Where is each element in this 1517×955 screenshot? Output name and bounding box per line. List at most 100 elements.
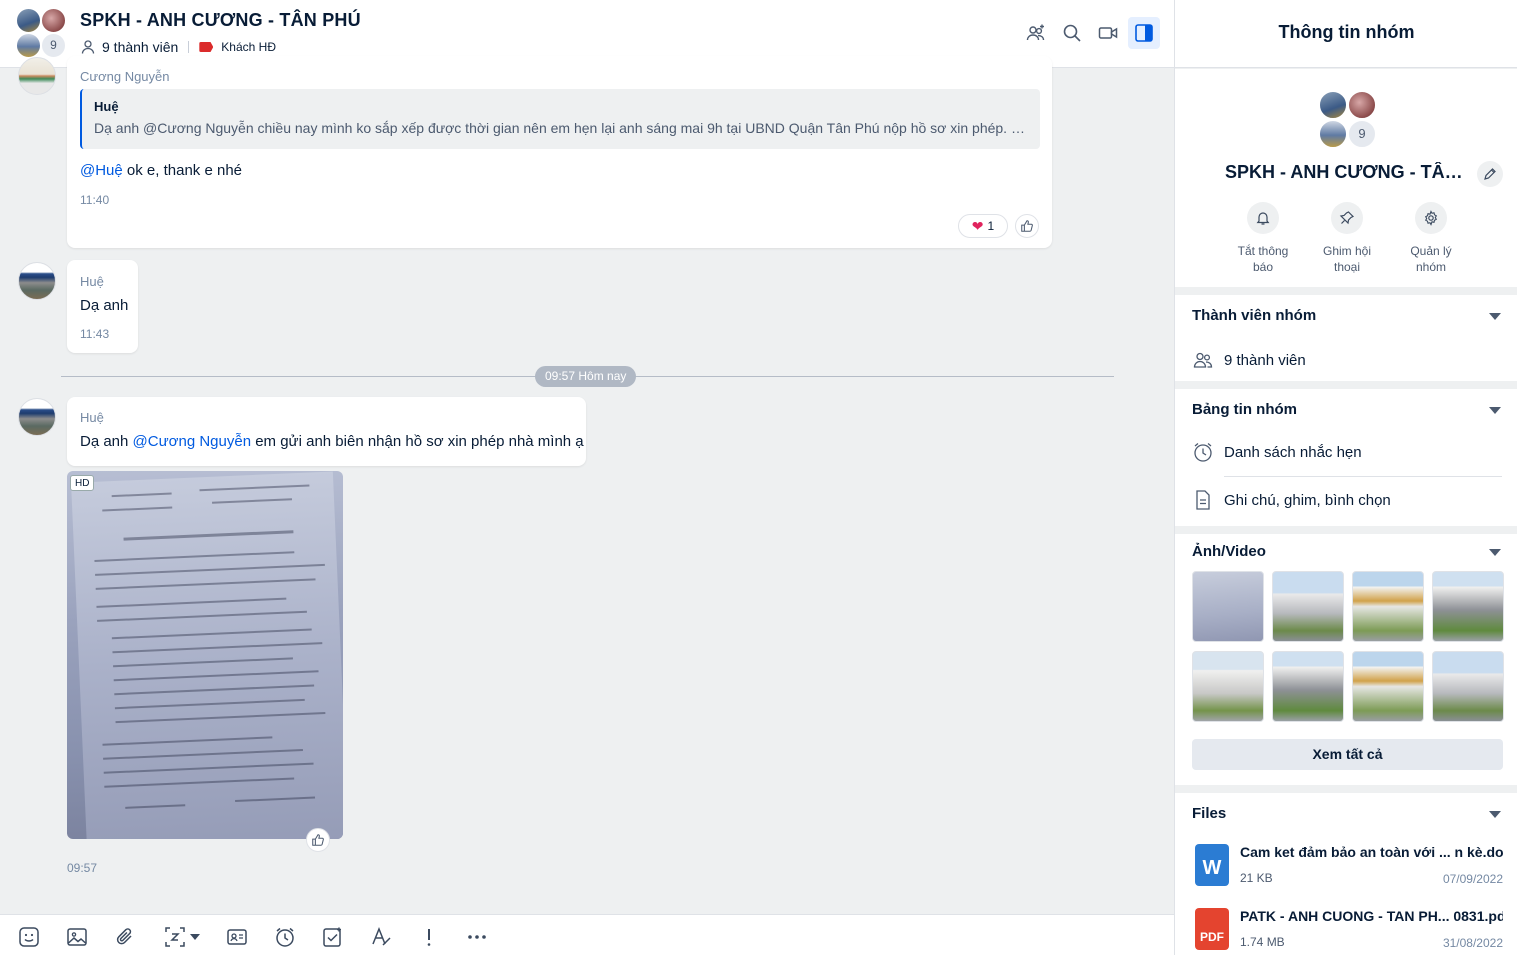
sticker-button[interactable] — [17, 925, 41, 949]
message-bubble[interactable]: Cương Nguyễn Huệ Dạ anh @Cương Nguyễn ch… — [67, 56, 1052, 248]
file-size: 21 KB — [1240, 871, 1273, 885]
member-count-link[interactable]: 9 thành viên — [102, 39, 178, 55]
conversation-tag[interactable]: Khách HĐ — [221, 40, 276, 54]
tag-icon — [199, 42, 214, 52]
message-bubble[interactable]: Huệ Dạ anh 11:43 — [67, 260, 138, 353]
thumbs-up-icon — [312, 834, 324, 846]
message-text: Dạ anh — [80, 297, 129, 314]
members-link[interactable]: 9 thành viên — [1192, 349, 1306, 371]
message-sender: Cương Nguyễn — [80, 69, 170, 84]
sender-avatar[interactable] — [18, 57, 56, 95]
search-button[interactable] — [1056, 17, 1088, 49]
attach-file-button[interactable] — [113, 925, 137, 949]
media-thumbnail[interactable] — [1272, 651, 1344, 722]
notes-link[interactable]: Ghi chú, ghim, bình chọn — [1192, 489, 1391, 511]
media-section-title[interactable]: Ảnh/Video — [1192, 543, 1266, 560]
quoted-message[interactable]: Huệ Dạ anh @Cương Nguyễn chiều nay mình … — [80, 89, 1040, 149]
media-thumbnail[interactable] — [1352, 651, 1424, 722]
edit-group-name-button[interactable] — [1477, 161, 1503, 187]
divider — [1224, 476, 1502, 477]
media-thumbnail[interactable] — [1192, 571, 1264, 642]
pin-conversation-label: Ghim hội thoại — [1322, 244, 1372, 274]
add-member-icon — [1026, 24, 1045, 41]
image-button[interactable] — [65, 925, 89, 949]
video-call-icon — [1098, 27, 1118, 39]
file-date: 07/09/2022 — [1442, 872, 1503, 886]
react-button[interactable] — [1015, 214, 1039, 238]
toggle-info-panel-button[interactable] — [1128, 17, 1160, 49]
mark-important-button[interactable] — [417, 925, 441, 949]
chevron-down-icon[interactable] — [1489, 313, 1501, 320]
thumbs-up-icon — [1021, 220, 1033, 232]
pin-conversation-action[interactable]: Ghim hội thoại — [1312, 202, 1382, 275]
reaction-summary[interactable]: ❤ 1 — [958, 214, 1008, 238]
photo-attachment[interactable]: HD — [67, 471, 343, 839]
media-section: Ảnh/Video Xem tất cả — [1175, 534, 1517, 785]
message-sender: Huệ — [80, 410, 104, 425]
chevron-down-icon[interactable] — [1489, 549, 1501, 556]
settings-button[interactable] — [1415, 202, 1447, 234]
notes-label: Ghi chú, ghim, bình chọn — [1224, 491, 1391, 509]
panel-header: Thông tin nhóm — [1175, 0, 1517, 68]
members-count: 9 thành viên — [1224, 351, 1306, 369]
pdf-file-icon: PDF — [1195, 908, 1229, 950]
member-count-badge: 9 — [41, 33, 66, 58]
manage-group-action[interactable]: Quản lý nhóm — [1396, 202, 1466, 275]
message-time: 09:57 — [67, 861, 98, 875]
composer-toolbar — [0, 914, 1174, 955]
more-options-button[interactable] — [465, 925, 489, 949]
reminders-link[interactable]: Danh sách nhắc hẹn — [1192, 441, 1362, 463]
members-section-title[interactable]: Thành viên nhóm — [1192, 307, 1316, 324]
mention-link[interactable]: @Cương Nguyễn — [133, 433, 252, 450]
conversation-subtitle: 9 thành viên Khách HĐ — [80, 39, 276, 55]
media-thumbnail[interactable] — [1352, 571, 1424, 642]
media-thumbnail[interactable] — [1272, 571, 1344, 642]
files-section-title[interactable]: Files — [1192, 805, 1226, 822]
text-format-button[interactable] — [369, 925, 393, 949]
pencil-icon — [1484, 168, 1496, 180]
contact-card-button[interactable] — [225, 925, 249, 949]
message-body: Dạ anh — [80, 433, 133, 450]
sender-avatar[interactable] — [18, 398, 56, 436]
media-thumbnail[interactable] — [1432, 571, 1504, 642]
reaction-count: 1 — [987, 219, 995, 233]
word-file-icon: W — [1195, 844, 1229, 886]
date-divider: 09:57 Hôm nay — [535, 366, 637, 387]
add-member-button[interactable] — [1020, 17, 1052, 49]
file-name: Cam ket đảm bảo an toàn với ... n kè.doc — [1240, 844, 1503, 860]
media-thumbnail[interactable] — [1432, 651, 1504, 722]
mention-link[interactable]: @Huệ — [80, 162, 123, 179]
group-avatar[interactable]: 9 — [1319, 91, 1377, 149]
chevron-down-icon[interactable] — [1489, 811, 1501, 818]
file-item[interactable]: W Cam ket đảm bảo an toàn với ... n kè.d… — [1192, 844, 1503, 896]
reminder-button[interactable] — [273, 925, 297, 949]
more-icon — [468, 935, 486, 939]
group-info-panel: Thông tin nhóm 9 SPKH - ANH CƯƠNG - TÂN … — [1174, 0, 1517, 955]
video-call-button[interactable] — [1092, 17, 1124, 49]
manage-group-label: Quản lý nhóm — [1410, 244, 1452, 274]
mute-notifications-action[interactable]: Tắt thông báo — [1228, 202, 1298, 275]
mute-notifications-label: Tắt thông báo — [1237, 244, 1289, 274]
exclamation-icon — [427, 929, 431, 946]
file-item[interactable]: PDF PATK - ANH CUONG - TAN PH... 0831.pd… — [1192, 908, 1503, 955]
react-button[interactable] — [306, 828, 330, 852]
bell-button[interactable] — [1247, 202, 1279, 234]
note-icon — [1196, 490, 1210, 510]
screenshot-icon — [165, 927, 185, 947]
chevron-down-icon[interactable] — [190, 934, 200, 940]
screenshot-button[interactable] — [161, 925, 203, 949]
message-text: Dạ anh @Cương Nguyễn em gửi anh biên nhậ… — [80, 433, 584, 450]
board-section-title[interactable]: Bảng tin nhóm — [1192, 401, 1297, 418]
group-avatar[interactable]: 9 — [16, 8, 68, 60]
sender-avatar[interactable] — [18, 262, 56, 300]
member-avatar — [1319, 120, 1347, 148]
conversation-title[interactable]: SPKH - ANH CƯƠNG - TÂN PHÚ — [80, 10, 361, 31]
quote-text: Dạ anh @Cương Nguyễn chiều nay mình ko s… — [94, 120, 1029, 136]
see-all-media-button[interactable]: Xem tất cả — [1192, 739, 1503, 770]
chevron-down-icon[interactable] — [1489, 407, 1501, 414]
file-name: PATK - ANH CUONG - TAN PH... 0831.pdf — [1240, 908, 1503, 924]
media-thumbnail[interactable] — [1192, 651, 1264, 722]
pin-button[interactable] — [1331, 202, 1363, 234]
message-bubble[interactable]: Huệ Dạ anh @Cương Nguyễn em gửi anh biên… — [67, 397, 586, 466]
assign-task-button[interactable] — [321, 925, 345, 949]
